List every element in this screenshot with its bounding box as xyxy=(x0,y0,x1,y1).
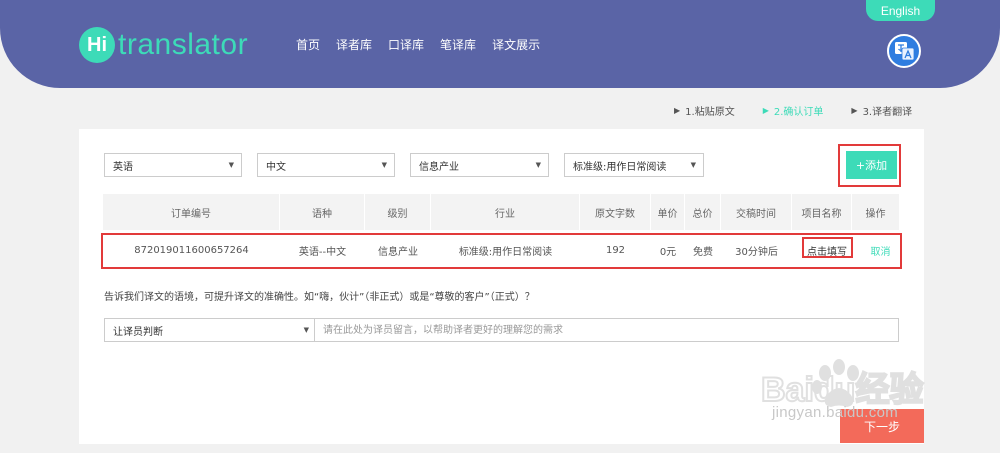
header-delivery-time: 交稿时间 xyxy=(721,194,792,230)
progress-steps: ▶ 1.粘贴原文 ▶ 2.确认订单 ▶ 3.译者翻译 xyxy=(674,103,940,118)
logo[interactable]: Hi translator xyxy=(79,27,248,63)
header-industry: 行业 xyxy=(431,194,580,230)
step-translator-translates: ▶ 3.译者翻译 xyxy=(851,103,912,118)
caret-down-icon: ▼ xyxy=(228,161,234,169)
header-action: 操作 xyxy=(865,208,886,220)
header-project-name: 项目名称 xyxy=(792,194,852,230)
industry-select[interactable]: 信息产业 ▼ xyxy=(410,153,549,177)
add-button[interactable]: +添加 xyxy=(846,151,897,179)
caret-down-icon: ▼ xyxy=(535,161,541,169)
nav-home[interactable]: 首页 xyxy=(296,36,320,53)
source-language-select[interactable]: 英语 ▼ xyxy=(104,153,242,177)
select-value: 让译员判断 xyxy=(113,326,163,338)
header-level: 级别 xyxy=(365,194,431,230)
select-value: 中文 xyxy=(266,161,286,173)
translate-icon[interactable] xyxy=(887,34,921,68)
watermark-url: jingyan.baidu.com xyxy=(772,404,899,421)
select-value: 英语 xyxy=(113,161,133,173)
step-arrow-icon: ▶ xyxy=(674,106,681,115)
order-table-header: 订单编号 语种 级别 行业 原文字数 单价 总价 交稿时间 项目名称 操作 xyxy=(103,194,899,230)
header-order-number: 订单编号 xyxy=(103,194,280,230)
order-row-highlight xyxy=(101,233,902,269)
header-language-pair: 语种 xyxy=(280,194,365,230)
caret-down-icon: ▼ xyxy=(690,161,696,169)
nav-showcase[interactable]: 译文展示 xyxy=(492,36,540,53)
select-value: 标准级:用作日常阅读 xyxy=(573,161,667,173)
header-word-count: 原文字数 xyxy=(580,194,651,230)
english-language-button[interactable]: English xyxy=(866,0,935,21)
tone-select[interactable]: 让译员判断 ▼ xyxy=(104,318,315,342)
caret-down-icon: ▼ xyxy=(303,326,309,334)
header-unit-price: 单价 xyxy=(651,194,685,230)
logo-wordmark: translator xyxy=(118,28,249,61)
step-arrow-icon: ▶ xyxy=(851,106,858,115)
step-label: 1.粘贴原文 xyxy=(685,107,735,118)
site-header: Hi translator 首页 译者库 口译库 笔译库 译文展示 Englis… xyxy=(0,0,1000,88)
nav-interpretation[interactable]: 口译库 xyxy=(388,36,424,53)
nav-translators[interactable]: 译者库 xyxy=(336,36,372,53)
logo-hi-badge: Hi xyxy=(79,27,115,63)
step-paste-source: ▶ 1.粘贴原文 xyxy=(674,103,735,118)
target-language-select[interactable]: 中文 ▼ xyxy=(257,153,395,177)
caret-down-icon: ▼ xyxy=(381,161,387,169)
select-value: 信息产业 xyxy=(419,161,459,173)
step-label: 2.确认订单 xyxy=(773,107,824,118)
step-label: 3.译者翻译 xyxy=(862,107,913,118)
translator-message-input[interactable] xyxy=(314,318,899,342)
project-name-highlight xyxy=(802,237,853,258)
nav-written-translation[interactable]: 笔译库 xyxy=(440,36,476,53)
step-confirm-order: ▶ 2.确认订单 xyxy=(763,103,824,118)
context-question: 告诉我们译文的语境，可提升译文的准确性。如“嗨，伙计”（非正式）或是“尊敬的客户… xyxy=(104,292,535,303)
step-arrow-icon: ▶ xyxy=(762,106,769,115)
header-total-price: 总价 xyxy=(685,194,721,230)
level-select[interactable]: 标准级:用作日常阅读 ▼ xyxy=(564,153,704,177)
main-nav: 首页 译者库 口译库 笔译库 译文展示 xyxy=(296,36,556,53)
